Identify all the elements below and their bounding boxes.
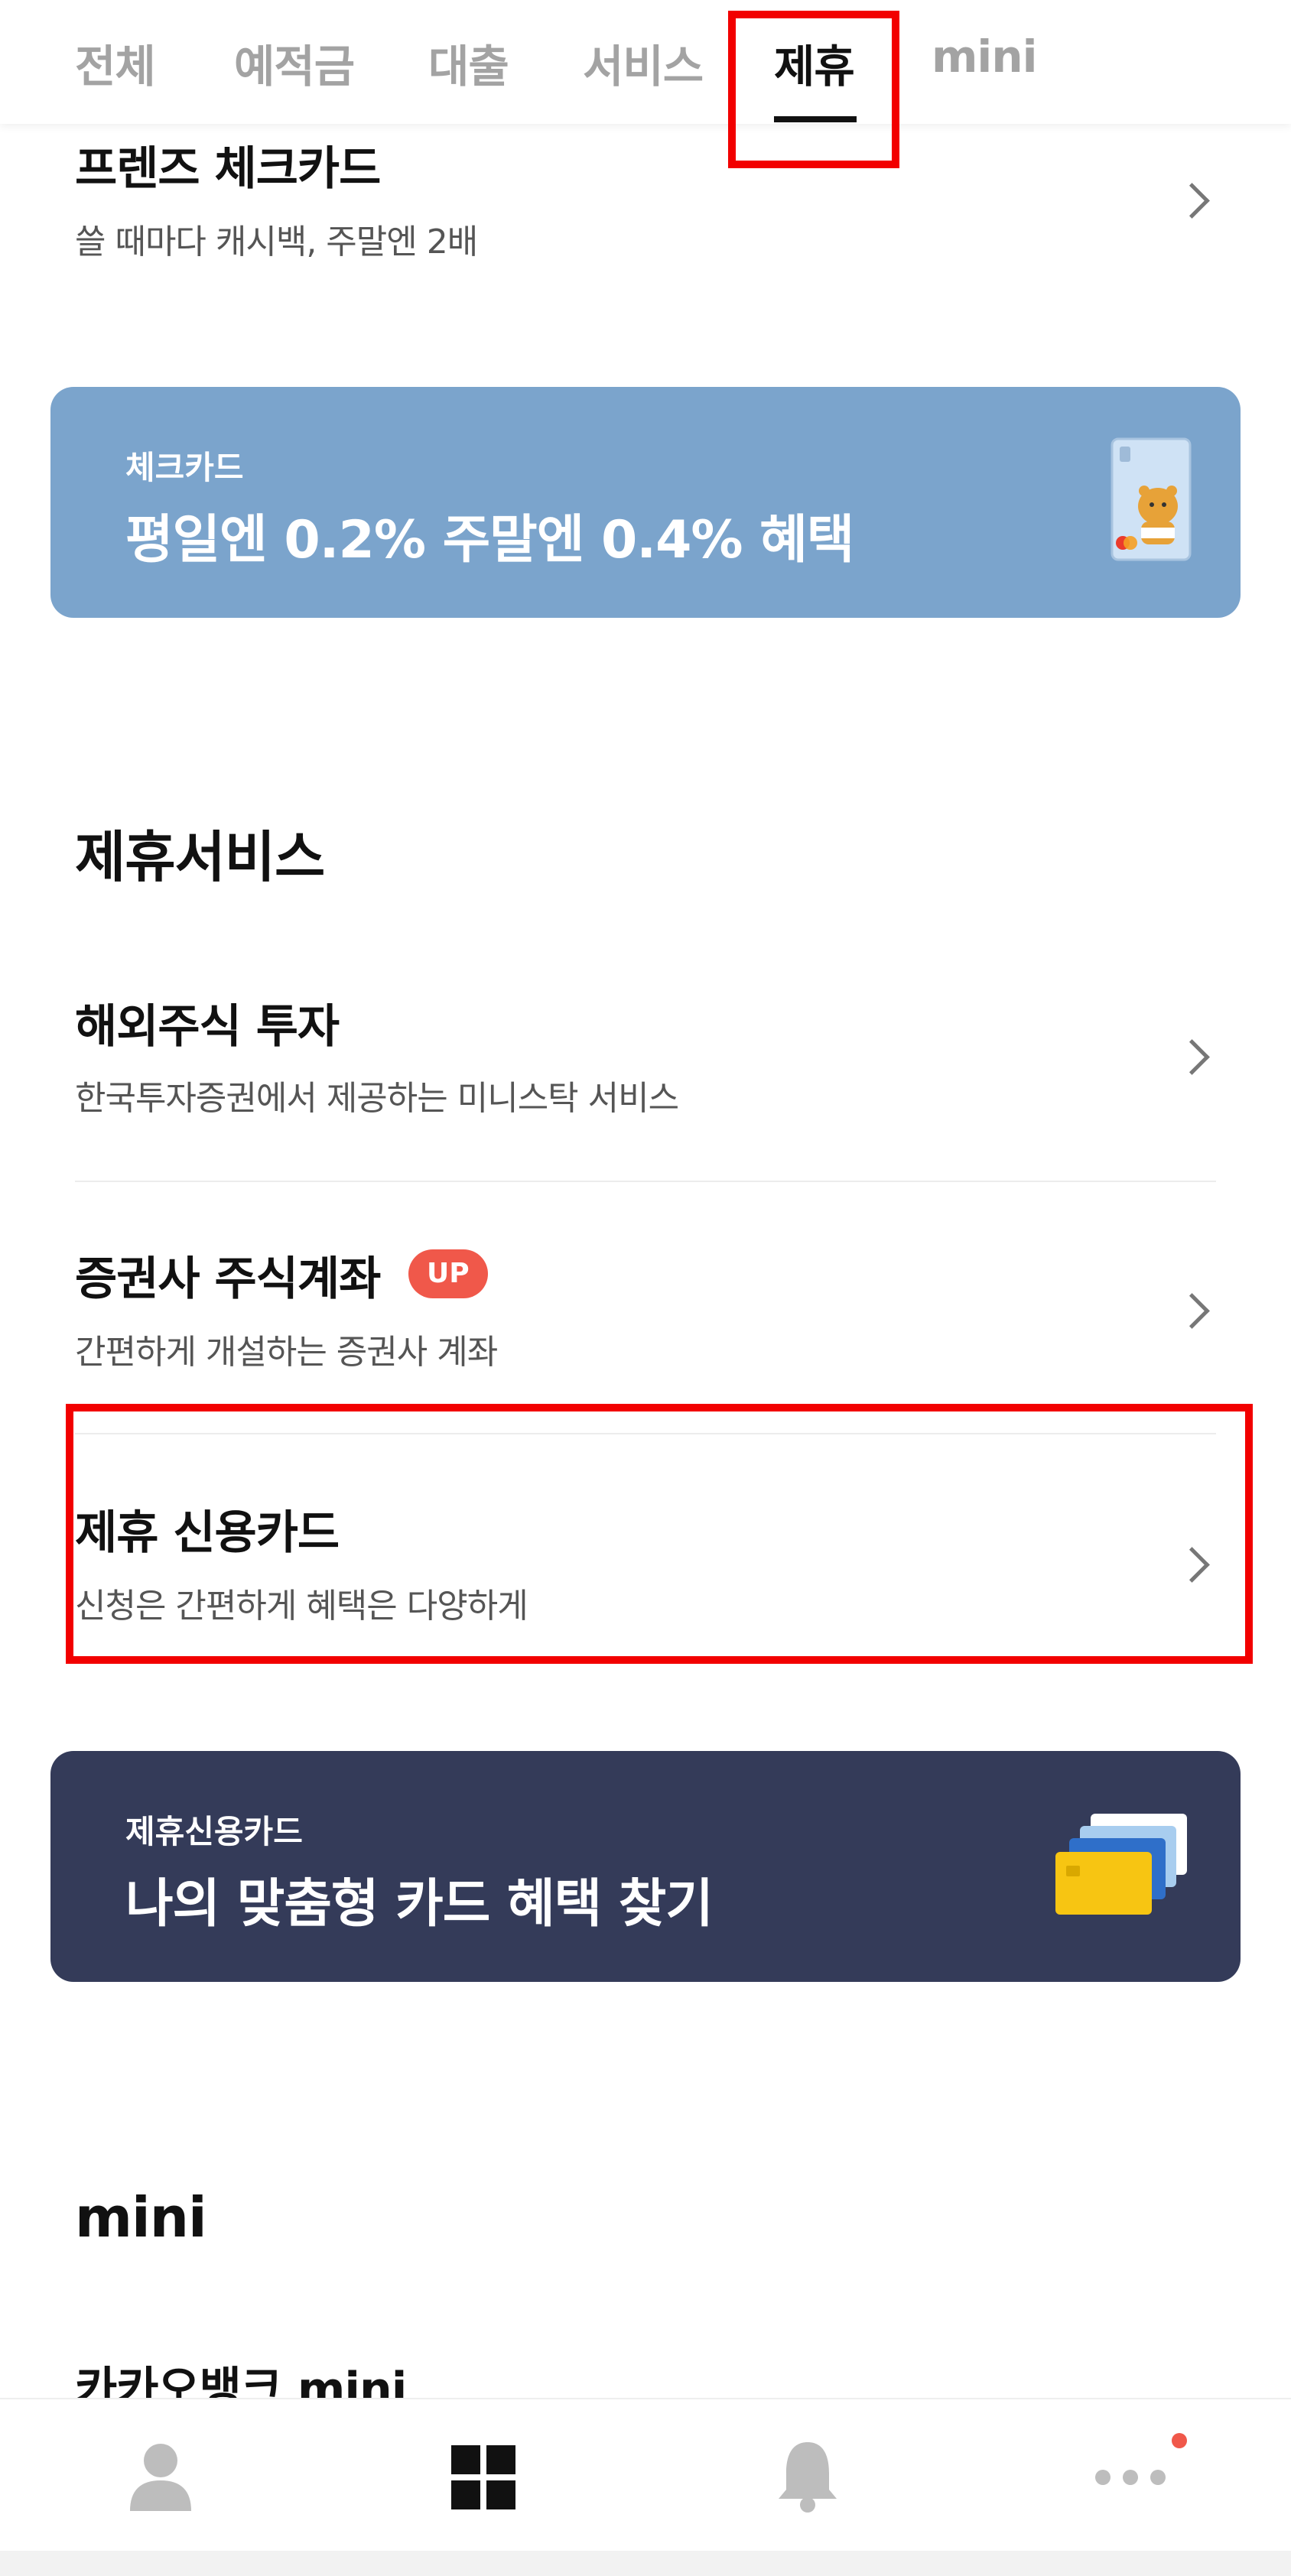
banner-text: 나의 맞춤형 카드 혜택 찾기 <box>125 1874 714 1934</box>
up-badge: UP <box>408 1249 488 1298</box>
nav-notifications-button[interactable] <box>722 2399 890 2552</box>
item-title: 해외주식 투자 <box>75 1000 340 1054</box>
bottom-navigation <box>0 2398 1291 2552</box>
tab-service[interactable]: 서비스 <box>583 31 704 95</box>
item-subtitle: 간편하게 개설하는 증권사 계좌 <box>75 1333 498 1372</box>
nav-products-button[interactable] <box>399 2399 567 2552</box>
chevron-right-icon <box>1174 183 1210 219</box>
tab-loan[interactable]: 대출 <box>428 31 509 95</box>
chevron-right-icon <box>1174 1039 1210 1075</box>
banner-text: 평일엔 0.2% 주말엔 0.4% 혜택 <box>125 510 854 570</box>
banner-label: 체크카드 <box>125 449 244 486</box>
credit-card-banner[interactable]: 제휴신용카드 나의 맞춤형 카드 혜택 찾기 <box>50 1751 1241 1982</box>
grid-icon <box>451 2445 515 2509</box>
tab-savings[interactable]: 예적금 <box>234 31 355 95</box>
highlight-box-tab <box>728 11 899 168</box>
tab-all[interactable]: 전체 <box>75 31 156 95</box>
banner-label: 제휴신용카드 <box>125 1813 303 1850</box>
item-subtitle: 쓸 때마다 캐시백, 주말엔 2배 <box>75 223 478 261</box>
nav-profile-button[interactable] <box>76 2399 245 2552</box>
section-heading-mini: mini <box>75 2185 207 2250</box>
section-heading-partner: 제휴서비스 <box>75 825 325 889</box>
bell-icon <box>779 2442 837 2513</box>
check-card-banner[interactable]: 체크카드 평일엔 0.2% 주말엔 0.4% 혜택 <box>50 387 1241 618</box>
system-bar <box>0 2551 1291 2576</box>
card-stack-icon <box>1055 1814 1187 1915</box>
more-icon <box>1095 2433 1187 2485</box>
person-icon <box>130 2444 191 2511</box>
item-title: 증권사 주식계좌 <box>75 1252 381 1306</box>
ryan-card-icon <box>1111 437 1192 561</box>
highlight-box-credit-card <box>66 1404 1253 1664</box>
divider <box>75 1181 1216 1182</box>
category-tab-bar: 전체 예적금 대출 서비스 제휴 mini <box>0 0 1291 124</box>
tab-mini[interactable]: mini <box>932 31 1037 83</box>
notification-dot <box>1172 2433 1187 2448</box>
chevron-right-icon <box>1174 1293 1210 1329</box>
item-title: 프렌즈 체크카드 <box>75 142 381 196</box>
nav-more-button[interactable] <box>1045 2399 1213 2552</box>
item-subtitle: 한국투자증권에서 제공하는 미니스탁 서비스 <box>75 1079 679 1118</box>
